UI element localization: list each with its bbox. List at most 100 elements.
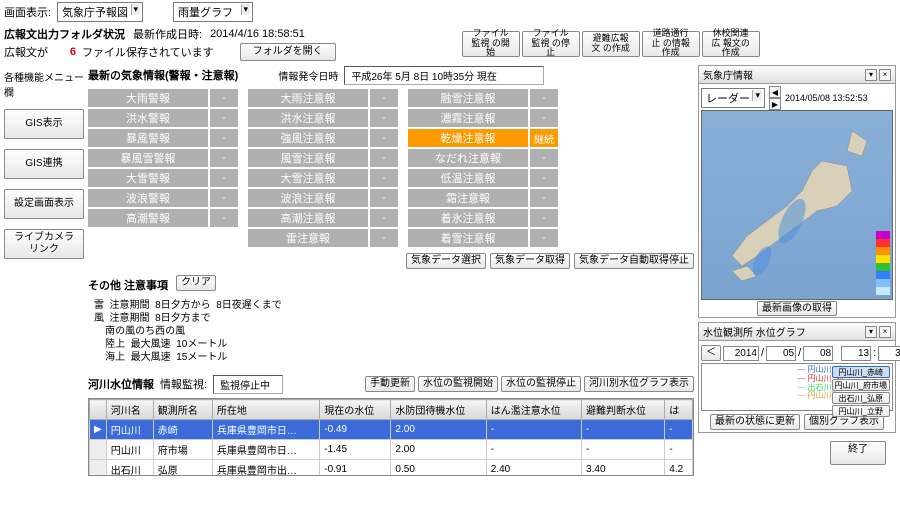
next-icon[interactable]: ▶	[769, 98, 781, 110]
exit-button[interactable]: 終了	[830, 441, 886, 465]
table-header[interactable]: 水防団待機水位	[391, 400, 486, 420]
table-header[interactable]: 所在地	[212, 400, 319, 420]
panel2-close-icon[interactable]: ×	[879, 326, 891, 338]
year-input[interactable]	[723, 346, 759, 361]
radar-dropdown[interactable]: レーダー	[701, 88, 765, 108]
alarm-col1-0: 大雨警報	[88, 89, 208, 107]
alarm-col3-4: 低温注意報	[408, 169, 528, 187]
alarm-col1-2: 暴風警報	[88, 129, 208, 147]
chart-series-button-3[interactable]: 円山川_立野	[832, 405, 890, 417]
radar-map	[701, 110, 893, 300]
upper-button-3[interactable]: 道路通行止 の情報作成	[642, 31, 700, 57]
upper-button-4[interactable]: 休校関連広 報文の作成	[702, 31, 760, 57]
river-button-1[interactable]: 水位の監視開始	[418, 376, 498, 392]
alarm-col1-2-side: -	[210, 129, 238, 147]
clear-button[interactable]: クリア	[176, 275, 216, 291]
side-button-1[interactable]: GIS連携	[4, 149, 84, 179]
alarm-col3-1-side: -	[530, 109, 558, 127]
table-header[interactable]	[90, 400, 107, 420]
folder-count: 6	[54, 46, 76, 58]
side-button-3[interactable]: ライブカメラリンク	[4, 229, 84, 259]
chart-series-button-2[interactable]: 出石川_弘原	[832, 392, 890, 404]
alarm-col2-5-side: -	[370, 189, 398, 207]
open-folder-button[interactable]: フォルダを開く	[240, 43, 336, 61]
river-title: 河川水位情報	[88, 376, 154, 392]
weather-agency-panel: 気象庁情報 ▾ × レーダー ◀▶ 2014/05/08 13:52:53	[698, 65, 896, 318]
table-header[interactable]: は	[665, 400, 693, 420]
alarm-col3-0: 融雪注意報	[408, 89, 528, 107]
river-button-0[interactable]: 手動更新	[365, 376, 415, 392]
chart-series-button-1[interactable]: 円山川_府市場	[832, 379, 890, 391]
panel1-title: 気象庁情報	[703, 67, 753, 82]
table-header[interactable]: 避難判断水位	[582, 400, 665, 420]
dt-prev-button[interactable]: ＜	[701, 345, 721, 361]
table-header[interactable]: 観測所名	[153, 400, 212, 420]
alarm-col2-6-side: -	[370, 209, 398, 227]
table-header[interactable]: はん濫注意水位	[486, 400, 581, 420]
wx-button-1[interactable]: 気象データ取得	[490, 253, 570, 269]
alarm-col3-3-side: -	[530, 149, 558, 167]
alarm-col2-1: 洪水注意報	[248, 109, 368, 127]
upper-button-0[interactable]: ファイル監視 の開始	[462, 31, 520, 57]
side-button-0[interactable]: GIS表示	[4, 109, 84, 139]
refresh-latest-button[interactable]: 最新の状態に更新	[710, 414, 800, 430]
get-latest-image-button[interactable]: 最新画像の取得	[757, 301, 837, 316]
water-level-panel: 水位観測所 水位グラフ ▾ × ＜ / / :	[698, 322, 896, 433]
side-button-2[interactable]: 設定画面表示	[4, 189, 84, 219]
side-title: 各種機能メニュー欄	[4, 69, 84, 99]
alarm-col1-1-side: -	[210, 109, 238, 127]
minute-input[interactable]	[878, 346, 900, 361]
alarm-col1-5: 波浪警報	[88, 189, 208, 207]
month-input[interactable]	[766, 346, 796, 361]
table-row[interactable]: 円山川府市場兵庫県豊岡市日…-1.452.00---	[90, 440, 693, 460]
folder-line2a: 広報文が	[4, 44, 48, 60]
alarm-col2-4: 大雪注意報	[248, 169, 368, 187]
other-text: 雷 注意期間 8日夕方から 8日夜遅くまで 風 注意期間 8日夕方まで 南の風の…	[94, 299, 694, 364]
alarm-col1-6: 高潮警報	[88, 209, 208, 227]
alarm-col3-5: 霜注意報	[408, 189, 528, 207]
radar-timestamp: 2014/05/08 13:52:53	[785, 93, 868, 103]
wx-button-0[interactable]: 気象データ選択	[406, 253, 486, 269]
table-row[interactable]: 出石川弘原兵庫県豊岡市出…-0.910.502.403.404.2	[90, 460, 693, 477]
panel2-dropdown-icon[interactable]: ▾	[865, 326, 877, 338]
alarm-col2-0: 大雨注意報	[248, 89, 368, 107]
alarm-col3-1: 濃霧注意報	[408, 109, 528, 127]
panel1-dropdown-icon[interactable]: ▾	[865, 69, 877, 81]
table-header[interactable]: 河川名	[106, 400, 153, 420]
folder-latest-value: 2014/4/16 18:58:51	[210, 28, 305, 40]
alarm-col3-3: なだれ注意報	[408, 149, 528, 167]
hour-input[interactable]	[841, 346, 871, 361]
wx-button-2[interactable]: 気象データ自動取得停止	[574, 253, 694, 269]
upper-button-2[interactable]: 避難広報文 の作成	[582, 31, 640, 57]
river-button-2[interactable]: 水位の監視停止	[501, 376, 581, 392]
chart-series-button-0[interactable]: 円山川_赤崎	[832, 366, 890, 378]
alarm-col2-2: 強風注意報	[248, 129, 368, 147]
panel1-close-icon[interactable]: ×	[879, 69, 891, 81]
graph-dropdown[interactable]: 雨量グラフ	[173, 2, 253, 22]
alarm-col1-4: 大雪警報	[88, 169, 208, 187]
alarm-col2-2-side: -	[370, 129, 398, 147]
weather-title: 最新の気象情報(警報・注意報)	[88, 67, 238, 83]
alarm-col3-0-side: -	[530, 89, 558, 107]
river-table[interactable]: 河川名観測所名所在地現在の水位水防団待機水位はん濫注意水位避難判断水位は▶円山川…	[89, 399, 693, 476]
table-row[interactable]: ▶円山川赤崎兵庫県豊岡市日…-0.492.00---	[90, 420, 693, 440]
alarm-col2-7-side: -	[370, 229, 398, 247]
issued-value: 平成26年 5月 8日 10時35分 現在	[344, 66, 544, 85]
screen-label: 画面表示:	[4, 4, 51, 20]
screen-dropdown[interactable]: 気象庁予報図	[57, 2, 143, 22]
table-header[interactable]: 現在の水位	[320, 400, 391, 420]
alarm-col3-2: 乾燥注意報	[408, 129, 528, 147]
upper-button-1[interactable]: ファイル監視 の停止	[522, 31, 580, 57]
alarm-col3-5-side: -	[530, 189, 558, 207]
alarm-col3-4-side: -	[530, 169, 558, 187]
alarm-col2-4-side: -	[370, 169, 398, 187]
issued-label: 情報発令日時	[278, 68, 338, 83]
alarm-col2-1-side: -	[370, 109, 398, 127]
river-button-3[interactable]: 河川別水位グラフ表示	[584, 376, 694, 392]
alarm-col2-6: 高潮注意報	[248, 209, 368, 227]
day-input[interactable]	[803, 346, 833, 361]
alarm-col1-1: 洪水警報	[88, 109, 208, 127]
prev-icon[interactable]: ◀	[769, 86, 781, 98]
folder-title: 広報文出力フォルダ状況	[4, 26, 125, 42]
alarm-col1-5-side: -	[210, 189, 238, 207]
